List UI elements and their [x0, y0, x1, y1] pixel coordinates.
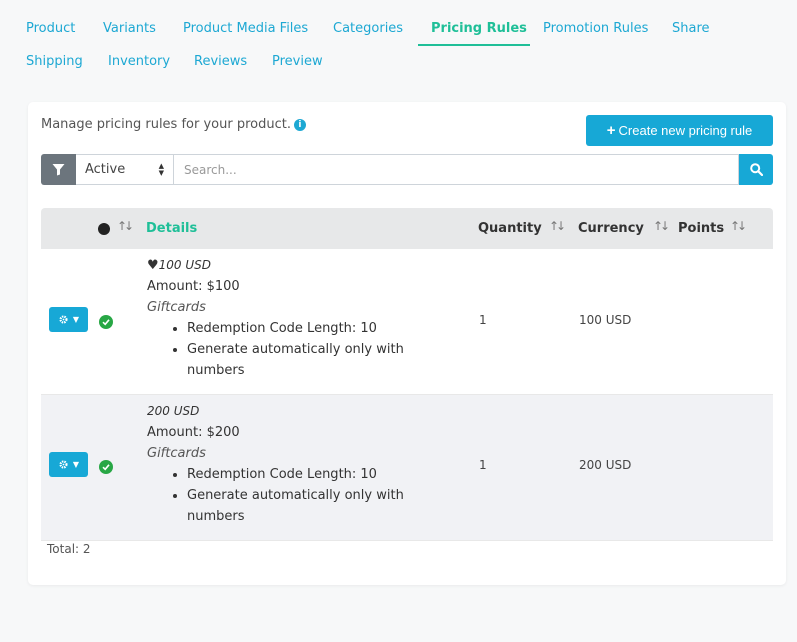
rule-category: Giftcards [147, 446, 206, 461]
rule-title: 100 USD [158, 258, 212, 272]
filter-button[interactable] [41, 154, 76, 185]
sort-points-icon[interactable]: ↑↓ [730, 219, 747, 233]
rule-amount: Amount: $200 [147, 425, 240, 440]
cell-currency: 100 USD [579, 313, 632, 327]
tab-categories[interactable]: Categories [333, 21, 403, 36]
tab-share[interactable]: Share [672, 21, 710, 36]
status-select-value: Active [85, 162, 126, 177]
rule-bullet: Redemption Code Length: 10 [187, 318, 427, 339]
column-quantity[interactable]: Quantity [478, 221, 542, 236]
rule-bullet: Generate automatically only with numbers [187, 485, 427, 527]
sort-status-icon[interactable]: ↑↓ [117, 219, 134, 233]
total-count: Total: 2 [47, 542, 91, 556]
table-row: ▼ 200 USD Amount: $200 Giftcards Redempt… [41, 395, 773, 541]
caret-down-icon: ▼ [72, 315, 80, 324]
tab-variants[interactable]: Variants [103, 21, 156, 36]
table-row: ▼ ♥100 USD Amount: $100 Giftcards Redemp… [41, 249, 773, 395]
tab-reviews[interactable]: Reviews [194, 54, 247, 69]
column-points[interactable]: Points [678, 221, 724, 236]
row-actions-button[interactable]: ▼ [49, 452, 88, 477]
plus-icon: + [606, 122, 616, 139]
row-actions-button[interactable]: ▼ [49, 307, 88, 332]
tab-shipping[interactable]: Shipping [26, 54, 83, 69]
sort-currency-icon[interactable]: ↑↓ [653, 219, 670, 233]
active-check-icon [99, 315, 113, 329]
tab-product[interactable]: Product [26, 21, 75, 36]
pricing-rules-card: Manage pricing rules for your product. i … [28, 102, 786, 585]
active-check-icon [99, 460, 113, 474]
create-pricing-rule-button[interactable]: + Create new pricing rule [586, 115, 773, 146]
tab-promotion-rules[interactable]: Promotion Rules [543, 21, 648, 36]
pricing-rules-table: ↑↓ Details Quantity ↑↓ Currency ↑↓ Point… [41, 208, 773, 541]
status-column-dot-icon[interactable] [98, 223, 110, 235]
tab-inventory[interactable]: Inventory [108, 54, 170, 69]
info-icon[interactable]: i [293, 119, 306, 131]
tab-pricing-rules[interactable]: Pricing Rules [431, 21, 527, 36]
create-pricing-rule-label: Create new pricing rule [618, 123, 753, 138]
rule-details: 200 USD Amount: $200 Giftcards Redemptio… [147, 401, 427, 527]
sort-quantity-icon[interactable]: ↑↓ [549, 219, 566, 233]
filter-bar: Active ▲ ▼ [41, 154, 773, 185]
status-select[interactable]: Active ▲ ▼ [76, 154, 174, 185]
active-tab-indicator [418, 44, 530, 46]
rule-bullet: Redemption Code Length: 10 [187, 464, 427, 485]
cell-quantity: 1 [479, 458, 487, 472]
intro-text: Manage pricing rules for your product. i [41, 117, 306, 132]
search-icon [749, 163, 763, 176]
column-currency[interactable]: Currency [578, 221, 644, 236]
rule-category: Giftcards [147, 300, 206, 315]
filter-icon [52, 164, 65, 176]
cell-currency: 200 USD [579, 458, 632, 472]
rule-title: 200 USD [147, 404, 200, 418]
gear-icon [59, 460, 68, 469]
column-details[interactable]: Details [146, 221, 197, 236]
cell-quantity: 1 [479, 313, 487, 327]
caret-down-icon: ▼ [72, 460, 80, 469]
table-header: ↑↓ Details Quantity ↑↓ Currency ↑↓ Point… [41, 208, 773, 249]
tab-preview[interactable]: Preview [272, 54, 323, 69]
intro-label: Manage pricing rules for your product. [41, 117, 291, 132]
rule-bullet: Generate automatically only with numbers [187, 339, 427, 381]
tab-product-media-files[interactable]: Product Media Files [183, 21, 308, 36]
heart-icon: ♥ [147, 258, 159, 273]
search-input[interactable] [174, 154, 739, 185]
select-arrows-icon: ▲ ▼ [158, 162, 164, 177]
rule-amount: Amount: $100 [147, 279, 240, 294]
tab-bar: Product Variants Product Media Files Cat… [0, 0, 797, 80]
rule-details: ♥100 USD Amount: $100 Giftcards Redempti… [147, 255, 427, 381]
search-button[interactable] [739, 154, 773, 185]
gear-icon [59, 315, 68, 324]
